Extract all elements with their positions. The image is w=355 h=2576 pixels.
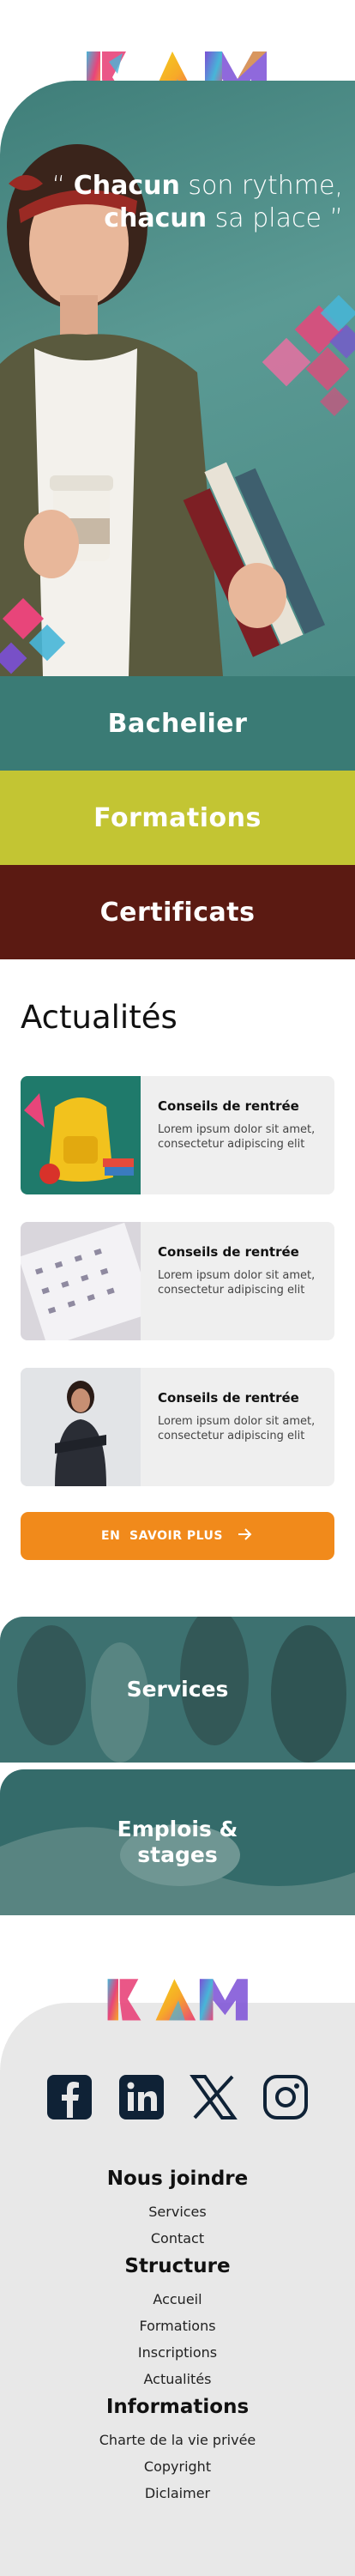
footer-contact: Nous joindre Services Contact — [0, 2168, 355, 2252]
quote-line2-bold: chacun — [104, 203, 208, 233]
quote-line1-bold: Chacun — [73, 171, 180, 201]
footer-link-copyright[interactable]: Copyright — [0, 2453, 355, 2480]
news-title: Actualités — [21, 999, 178, 1036]
news-image-backpack — [21, 1076, 141, 1194]
nav-block-bachelier[interactable]: Bachelier — [0, 676, 355, 771]
news-card-title: Conseils de rentrée — [158, 1390, 299, 1406]
jobs-label: Emplois & stages — [117, 1817, 238, 1868]
news-card-title: Conseils de rentrée — [158, 1098, 299, 1114]
news-card-title: Conseils de rentrée — [158, 1244, 299, 1260]
news-card-text: Conseils de rentrée Lorem ipsum dolor si… — [158, 1244, 326, 1297]
news-card-body: Lorem ipsum dolor sit amet, consectetur … — [158, 1415, 316, 1442]
page: “ Chacun son rythme, chacun sa place ” B… — [0, 0, 355, 2576]
footer-link-formations[interactable]: Formations — [0, 2313, 355, 2339]
footer-heading: Structure — [124, 2255, 231, 2277]
nav-block-formations[interactable]: Formations — [0, 771, 355, 865]
hero-banner: “ Chacun son rythme, chacun sa place ” — [0, 81, 355, 676]
x-icon[interactable] — [190, 2073, 238, 2121]
news-card-text: Conseils de rentrée Lorem ipsum dolor si… — [158, 1390, 326, 1443]
nav-block-label: Certificats — [99, 897, 256, 928]
jobs-block[interactable]: Emplois & stages — [0, 1769, 355, 1915]
nav-block-label: Formations — [93, 802, 262, 833]
footer-heading: Nous joindre — [106, 2168, 249, 2190]
services-block[interactable]: Services — [0, 1617, 355, 1763]
footer-link-contact[interactable]: Contact — [0, 2225, 355, 2252]
news-card-text: Conseils de rentrée Lorem ipsum dolor si… — [158, 1098, 326, 1152]
read-more-button[interactable]: EN SAVOIR PLUS — [21, 1512, 334, 1560]
news-card-body: Lorem ipsum dolor sit amet, consectetur … — [158, 1123, 316, 1151]
footer-heading: Informations — [105, 2396, 250, 2418]
footer-structure: Structure Accueil Formations Inscription… — [0, 2255, 355, 2392]
footer-link-disclaimer[interactable]: Diclaimer — [0, 2480, 355, 2506]
linkedin-icon[interactable] — [117, 2073, 165, 2121]
news-image-person — [21, 1368, 141, 1486]
quote-line2-rest: sa place ” — [207, 203, 343, 233]
news-image-calendar — [21, 1222, 141, 1340]
hero-quote: “ Chacun son rythme, chacun sa place ” — [52, 170, 343, 235]
footer-informations: Informations Charte de la vie privée Cop… — [0, 2396, 355, 2506]
footer-link-actualites[interactable]: Actualités — [0, 2366, 355, 2392]
news-card[interactable]: Conseils de rentrée Lorem ipsum dolor si… — [21, 1076, 334, 1194]
news-card-body: Lorem ipsum dolor sit amet, consectetur … — [158, 1269, 316, 1297]
instagram-icon[interactable] — [262, 2073, 310, 2121]
jobs-label-line2: stages — [137, 1842, 218, 1867]
nav-block-certificats[interactable]: Certificats — [0, 865, 355, 959]
news-card[interactable]: Conseils de rentrée Lorem ipsum dolor si… — [21, 1222, 334, 1340]
footer-link-inscriptions[interactable]: Inscriptions — [0, 2339, 355, 2366]
quote-open: “ — [51, 171, 74, 201]
services-label: Services — [126, 1677, 229, 1702]
footer-link-privacy[interactable]: Charte de la vie privée — [0, 2427, 355, 2453]
nav-block-label: Bachelier — [107, 708, 248, 739]
footer-link-services[interactable]: Services — [0, 2198, 355, 2225]
kam-logo-graphic — [107, 1979, 248, 2021]
jobs-label-line1: Emplois & — [117, 1817, 238, 1841]
footer-link-accueil[interactable]: Accueil — [0, 2286, 355, 2313]
read-more-label: EN SAVOIR PLUS — [101, 1529, 223, 1543]
news-card[interactable]: Conseils de rentrée Lorem ipsum dolor si… — [21, 1368, 334, 1486]
arrow-right-icon — [237, 1527, 254, 1545]
decorative-diamonds — [262, 295, 355, 416]
quote-line1-rest: son rythme, — [179, 171, 343, 201]
footer: Nous joindre Services Contact Structure … — [0, 2003, 355, 2576]
facebook-icon[interactable] — [45, 2073, 93, 2121]
footer-logo[interactable] — [103, 1974, 254, 2022]
social-links — [0, 2073, 355, 2121]
